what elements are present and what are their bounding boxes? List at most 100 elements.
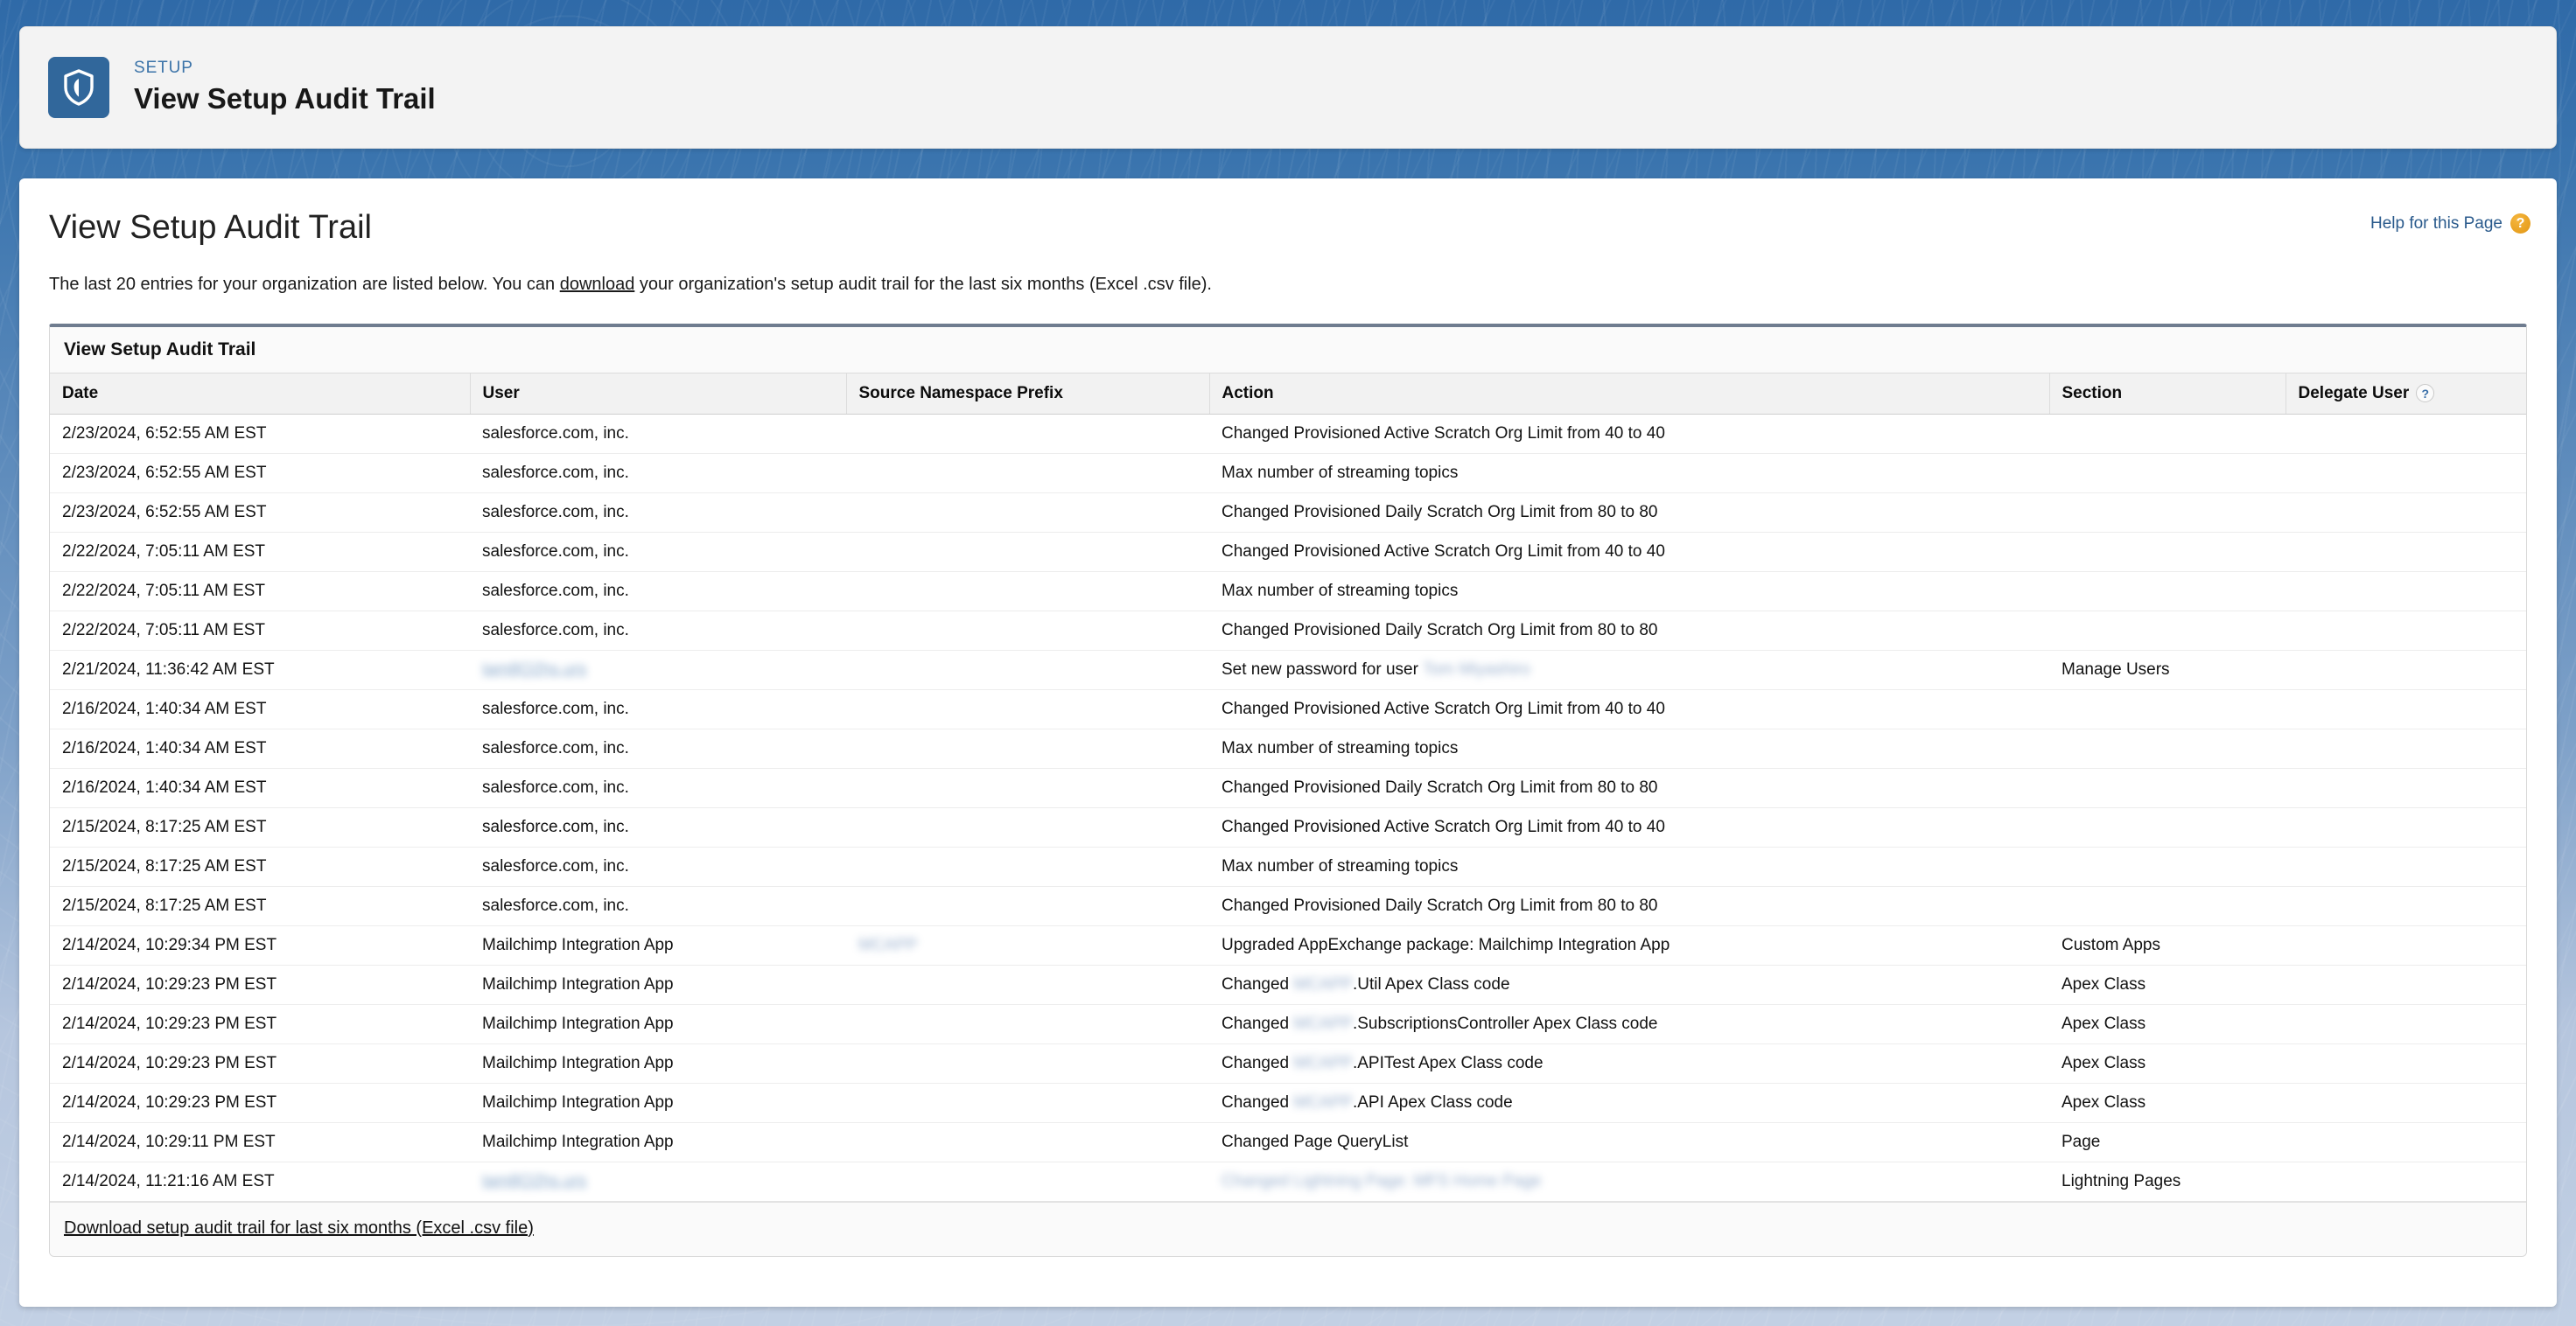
cell-delegate-user	[2286, 453, 2527, 492]
cell-section	[2049, 571, 2286, 611]
cell-section: Custom Apps	[2049, 925, 2286, 965]
table-header-row: Date User Source Namespace Prefix Action…	[50, 373, 2527, 414]
cell-section: Apex Class	[2049, 1004, 2286, 1043]
cell-source-namespace-prefix	[846, 453, 1209, 492]
cell-date: 2/14/2024, 10:29:11 PM EST	[50, 1122, 470, 1162]
cell-delegate-user	[2286, 1122, 2527, 1162]
action-prefix: Changed	[1222, 1054, 1293, 1072]
table-row: 2/15/2024, 8:17:25 AM ESTsalesforce.com,…	[50, 847, 2527, 886]
cell-delegate-user	[2286, 965, 2527, 1004]
cell-user: Mailchimp Integration App	[470, 1083, 846, 1122]
table-row: 2/14/2024, 10:29:23 PM ESTMailchimp Inte…	[50, 1043, 2527, 1083]
cell-source-namespace-prefix	[846, 532, 1209, 571]
cell-user: Mailchimp Integration App	[470, 965, 846, 1004]
audit-trail-table: Date User Source Namespace Prefix Action…	[50, 373, 2527, 1202]
cell-source-namespace-prefix	[846, 729, 1209, 768]
redacted-user-link[interactable]: tam8Q2hs.urs	[482, 1172, 586, 1191]
table-row: 2/23/2024, 6:52:55 AM ESTsalesforce.com,…	[50, 492, 2527, 532]
help-for-this-page[interactable]: Help for this Page ?	[2370, 213, 2530, 234]
cell-source-namespace-prefix	[846, 492, 1209, 532]
cell-date: 2/15/2024, 8:17:25 AM EST	[50, 807, 470, 847]
cell-delegate-user	[2286, 768, 2527, 807]
help-question-icon[interactable]: ?	[2510, 213, 2530, 234]
cell-user: Mailchimp Integration App	[470, 1043, 846, 1083]
cell-delegate-user	[2286, 650, 2527, 689]
cell-user[interactable]: tam8Q2hs.urs	[470, 650, 846, 689]
action-prefix: Changed	[1222, 1015, 1293, 1033]
cell-action: Changed Lightning Page: MFS Home Page	[1209, 1162, 2049, 1201]
table-row: 2/14/2024, 10:29:11 PM ESTMailchimp Inte…	[50, 1122, 2527, 1162]
setup-header-titles: SETUP View Setup Audit Trail	[134, 59, 436, 115]
cell-user: Mailchimp Integration App	[470, 1122, 846, 1162]
table-row: 2/16/2024, 1:40:34 AM ESTsalesforce.com,…	[50, 768, 2527, 807]
cell-source-namespace-prefix	[846, 1043, 1209, 1083]
cell-action: Changed Page QueryList	[1209, 1122, 2049, 1162]
action-suffix: .APITest Apex Class code	[1353, 1054, 1544, 1072]
page-title: View Setup Audit Trail	[49, 210, 2527, 247]
audit-trail-table-body: 2/23/2024, 6:52:55 AM ESTsalesforce.com,…	[50, 414, 2527, 1201]
download-csv-link[interactable]: Download setup audit trail for last six …	[64, 1218, 534, 1238]
cell-date: 2/14/2024, 10:29:23 PM EST	[50, 1004, 470, 1043]
column-header-date[interactable]: Date	[50, 373, 470, 414]
cell-section: Apex Class	[2049, 1043, 2286, 1083]
cell-user: salesforce.com, inc.	[470, 729, 846, 768]
cell-date: 2/16/2024, 1:40:34 AM EST	[50, 768, 470, 807]
column-header-section[interactable]: Section	[2049, 373, 2286, 414]
cell-action: Changed Provisioned Active Scratch Org L…	[1209, 689, 2049, 729]
table-row: 2/22/2024, 7:05:11 AM ESTsalesforce.com,…	[50, 571, 2527, 611]
main-content-panel: Help for this Page ? View Setup Audit Tr…	[19, 178, 2557, 1307]
cell-date: 2/16/2024, 1:40:34 AM EST	[50, 729, 470, 768]
cell-date: 2/22/2024, 7:05:11 AM EST	[50, 611, 470, 650]
cell-source-namespace-prefix	[846, 611, 1209, 650]
cell-action: Changed MCAPP.Util Apex Class code	[1209, 965, 2049, 1004]
table-row: 2/23/2024, 6:52:55 AM ESTsalesforce.com,…	[50, 414, 2527, 453]
cell-date: 2/14/2024, 10:29:23 PM EST	[50, 1083, 470, 1122]
cell-user: salesforce.com, inc.	[470, 453, 846, 492]
column-header-action[interactable]: Action	[1209, 373, 2049, 414]
setup-eyebrow: SETUP	[134, 59, 436, 78]
cell-action: Max number of streaming topics	[1209, 453, 2049, 492]
table-row: 2/22/2024, 7:05:11 AM ESTsalesforce.com,…	[50, 532, 2527, 571]
audit-trail-list-box: View Setup Audit Trail Date User Source …	[49, 324, 2527, 1257]
cell-source-namespace-prefix	[846, 847, 1209, 886]
setup-header-card: SETUP View Setup Audit Trail	[19, 26, 2557, 149]
cell-delegate-user	[2286, 1162, 2527, 1201]
action-prefix: Changed	[1222, 975, 1293, 994]
column-header-source-namespace-prefix[interactable]: Source Namespace Prefix	[846, 373, 1209, 414]
cell-section	[2049, 414, 2286, 453]
cell-section	[2049, 689, 2286, 729]
redacted-namespace-in-action: MCAPP	[1293, 1015, 1353, 1034]
download-inline-link[interactable]: download	[560, 275, 635, 294]
cell-user[interactable]: tam8Q2hs.urs	[470, 1162, 846, 1201]
cell-user: salesforce.com, inc.	[470, 414, 846, 453]
cell-user: Mailchimp Integration App	[470, 1004, 846, 1043]
redacted-user-link[interactable]: tam8Q2hs.urs	[482, 660, 586, 680]
cell-action: Set new password for user Tom Miyashiro	[1209, 650, 2049, 689]
cell-action: Changed Provisioned Active Scratch Org L…	[1209, 807, 2049, 847]
cell-source-namespace-prefix: MCAPP	[846, 925, 1209, 965]
cell-date: 2/15/2024, 8:17:25 AM EST	[50, 886, 470, 925]
shield-icon	[48, 57, 109, 118]
cell-user: salesforce.com, inc.	[470, 886, 846, 925]
cell-date: 2/23/2024, 6:52:55 AM EST	[50, 453, 470, 492]
action-suffix: .Util Apex Class code	[1353, 975, 1510, 994]
column-header-delegate-user-label: Delegate User	[2299, 384, 2410, 403]
cell-source-namespace-prefix	[846, 571, 1209, 611]
cell-date: 2/14/2024, 11:21:16 AM EST	[50, 1162, 470, 1201]
delegate-user-help-icon[interactable]: ?	[2416, 384, 2434, 402]
cell-user: salesforce.com, inc.	[470, 492, 846, 532]
cell-section: Apex Class	[2049, 965, 2286, 1004]
setup-header-title: View Setup Audit Trail	[134, 82, 436, 115]
cell-action: Max number of streaming topics	[1209, 729, 2049, 768]
cell-delegate-user	[2286, 492, 2527, 532]
cell-source-namespace-prefix	[846, 689, 1209, 729]
cell-delegate-user	[2286, 729, 2527, 768]
help-for-this-page-link[interactable]: Help for this Page	[2370, 214, 2502, 234]
cell-action: Max number of streaming topics	[1209, 571, 2049, 611]
action-prefix: Changed	[1222, 1093, 1293, 1112]
column-header-delegate-user[interactable]: Delegate User ?	[2286, 373, 2527, 414]
cell-action: Changed MCAPP.APITest Apex Class code	[1209, 1043, 2049, 1083]
cell-source-namespace-prefix	[846, 1004, 1209, 1043]
column-header-user[interactable]: User	[470, 373, 846, 414]
action-suffix: .API Apex Class code	[1353, 1093, 1513, 1112]
